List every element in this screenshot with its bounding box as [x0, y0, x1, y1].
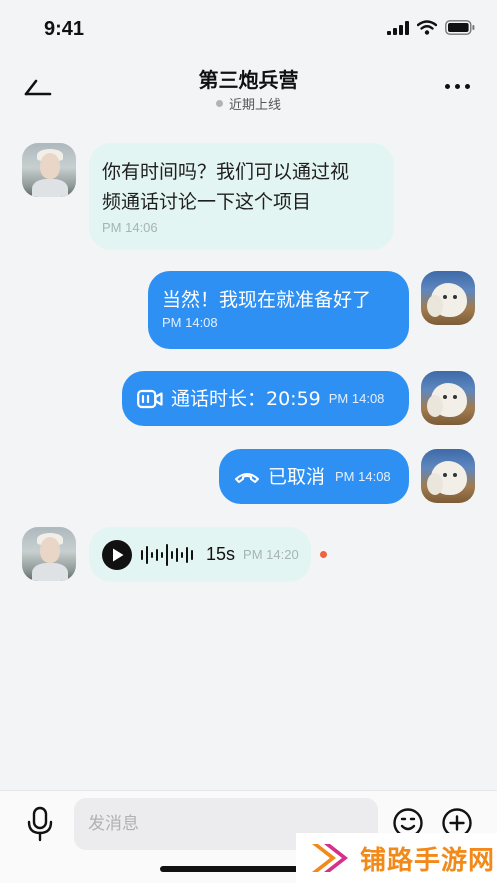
more-button[interactable] [445, 76, 475, 96]
hang-up-phone-icon [235, 472, 259, 483]
unread-dot [320, 551, 327, 558]
online-status: 近期上线 [0, 94, 497, 113]
status-dot-icon [215, 100, 223, 107]
status-bar: 9:41 [0, 0, 497, 58]
video-call-record[interactable]: 通话时长：20:59 PM 14:08 [122, 371, 409, 426]
message-time: PM 14:06 [102, 220, 158, 235]
message-bubble-incoming[interactable]: 你有时间吗？我们可以通过视 频通话讨论一下这个项目 PM 14:06 [89, 143, 394, 250]
message-bubble-outgoing[interactable]: 当然！我现在就准备好了 PM 14:08 [148, 271, 409, 349]
signal-icon [387, 20, 409, 35]
voice-message-bubble[interactable]: 15s PM 14:20 [89, 527, 311, 582]
more-dot-icon [445, 83, 450, 89]
play-icon[interactable] [102, 539, 132, 570]
microphone-icon[interactable] [25, 806, 55, 842]
voice-waveform-icon [141, 543, 193, 566]
wifi-icon [417, 20, 437, 35]
contact-avatar[interactable] [22, 527, 76, 581]
status-time: 9:41 [44, 18, 85, 40]
watermark-logo-icon [312, 844, 348, 872]
my-avatar[interactable] [421, 449, 475, 503]
message-text: 你有时间吗？我们可以通过视 [102, 161, 350, 183]
online-status-label: 近期上线 [228, 98, 281, 113]
voice-duration: 15s [206, 544, 236, 564]
chat-title: 第三炮兵营 [198, 68, 299, 92]
message-time: PM 14:08 [162, 315, 218, 330]
message-text: 当然！我现在就准备好了 [162, 289, 372, 311]
message-text: 频通话讨论一下这个项目 [102, 191, 312, 213]
my-avatar[interactable] [421, 271, 475, 325]
call-status-text: 已取消 [268, 465, 326, 488]
watermark-text: 铺路手游网 [360, 845, 496, 876]
contact-avatar[interactable] [22, 143, 76, 197]
battery-icon [445, 20, 475, 35]
cancelled-call-record[interactable]: 已取消 PM 14:08 [219, 449, 409, 504]
my-avatar[interactable] [421, 371, 475, 425]
chat-header: 第三炮兵营 近期上线 [0, 58, 497, 122]
message-time: PM 14:08 [328, 391, 385, 406]
video-camera-icon [137, 389, 163, 408]
call-duration-text: 通话时长：20:59 [171, 387, 321, 410]
more-dot-icon [455, 83, 460, 89]
status-icons [387, 20, 475, 35]
message-time: PM 14:08 [335, 469, 391, 484]
more-dot-icon [465, 83, 470, 89]
watermark: 铺路手游网 [296, 833, 497, 883]
message-time: PM 14:20 [243, 547, 299, 562]
